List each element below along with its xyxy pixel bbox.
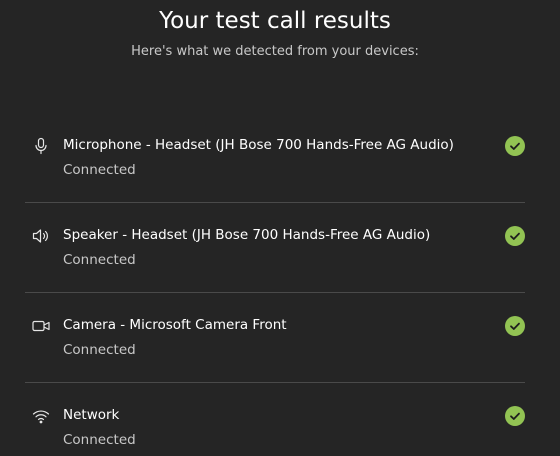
check-circle-icon bbox=[505, 316, 525, 336]
device-row-microphone: Microphone - Headset (JH Bose 700 Hands-… bbox=[25, 113, 525, 203]
device-row-network: Network Connected bbox=[25, 383, 525, 456]
device-label: Network bbox=[63, 407, 120, 423]
page-subtitle: Here's what we detected from your device… bbox=[131, 44, 419, 59]
check-circle-icon bbox=[505, 136, 525, 156]
check-circle-icon bbox=[505, 226, 525, 246]
device-status: Connected bbox=[63, 342, 136, 358]
device-label: Microphone - Headset (JH Bose 700 Hands-… bbox=[63, 137, 454, 153]
test-call-results-page: Your test call results Here's what we de… bbox=[0, 0, 560, 456]
device-status: Connected bbox=[63, 252, 136, 268]
speaker-icon bbox=[31, 226, 51, 246]
device-row-camera: Camera - Microsoft Camera Front Connecte… bbox=[25, 293, 525, 383]
device-status: Connected bbox=[63, 162, 136, 178]
device-label: Speaker - Headset (JH Bose 700 Hands-Fre… bbox=[63, 227, 431, 243]
device-label: Camera - Microsoft Camera Front bbox=[63, 317, 287, 333]
page-title: Your test call results bbox=[159, 8, 391, 34]
camera-icon bbox=[31, 316, 51, 336]
device-results-list: Microphone - Headset (JH Bose 700 Hands-… bbox=[25, 113, 525, 456]
device-status: Connected bbox=[63, 432, 136, 448]
microphone-icon bbox=[31, 136, 51, 156]
check-circle-icon bbox=[505, 406, 525, 426]
wifi-icon bbox=[31, 406, 51, 426]
device-row-speaker: Speaker - Headset (JH Bose 700 Hands-Fre… bbox=[25, 203, 525, 293]
